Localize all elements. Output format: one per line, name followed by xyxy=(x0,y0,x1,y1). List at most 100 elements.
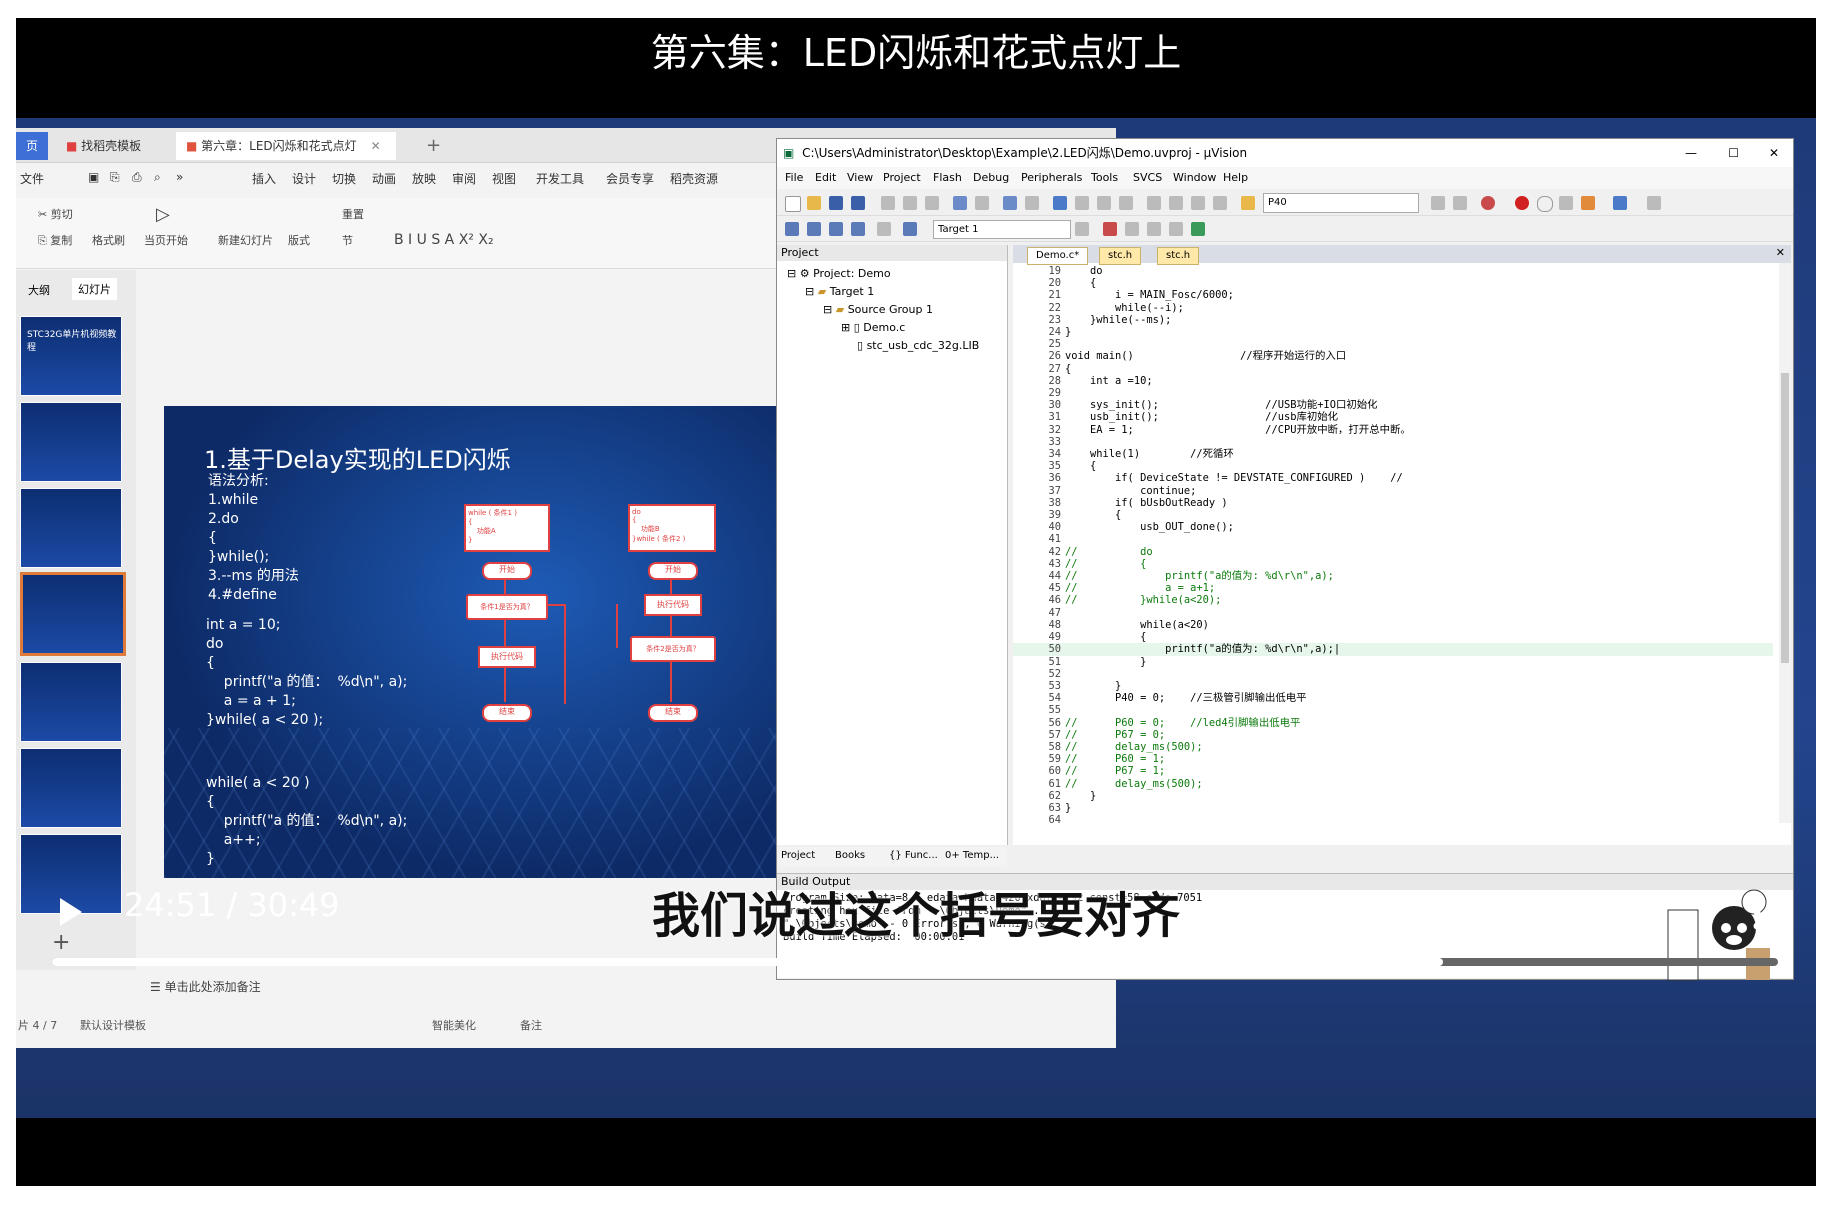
fullscreen-icon[interactable] xyxy=(1634,894,1668,928)
menu-review[interactable]: 审阅 xyxy=(452,170,476,187)
close-icon[interactable]: ✕ xyxy=(1769,139,1779,167)
notes-button[interactable]: 备注 xyxy=(520,1017,542,1033)
paste-icon[interactable] xyxy=(925,196,939,210)
slide-thumb-2[interactable] xyxy=(20,402,122,482)
code-line[interactable]: 39 { xyxy=(1013,509,1773,521)
tab-books[interactable]: Books xyxy=(835,850,865,861)
code-line[interactable]: 64 xyxy=(1013,814,1773,825)
code-line[interactable]: 28 int a =10; xyxy=(1013,375,1773,387)
code-line[interactable]: 53 } xyxy=(1013,680,1773,692)
indent-icon[interactable] xyxy=(1147,196,1161,210)
code-area[interactable]: 19 do 20 {21 i = MAIN_Fosc/6000; 22 while(… xyxy=(1013,265,1773,825)
code-editor[interactable]: Demo.c* stc.h stc.h ✕ 19 do 20 {21 i = MA… xyxy=(1013,245,1791,845)
download-icon[interactable] xyxy=(903,222,917,236)
code-line[interactable]: 47 xyxy=(1013,607,1773,619)
editor-scrollbar[interactable] xyxy=(1779,263,1791,823)
code-line[interactable]: 50 printf("a的值为: %d\r\n",a);| xyxy=(1013,643,1773,656)
manage-project-icon[interactable] xyxy=(1103,222,1117,236)
tab-templates[interactable]: 0+ Temp... xyxy=(945,850,999,861)
progress-bar[interactable] xyxy=(52,958,1778,966)
comment-icon[interactable] xyxy=(1191,196,1205,210)
slide-thumb-3[interactable] xyxy=(20,488,122,568)
preview-icon[interactable]: ⌕ xyxy=(154,170,161,185)
menu-svcs[interactable]: SVCS xyxy=(1133,171,1162,184)
layout-button[interactable]: 版式 xyxy=(288,232,310,248)
menu-file[interactable]: File xyxy=(785,171,803,184)
save-all-icon[interactable] xyxy=(851,196,865,210)
export-icon[interactable]: ⎘ xyxy=(110,170,120,185)
volume-icon[interactable] xyxy=(1524,894,1564,928)
menu-tools[interactable]: Tools xyxy=(1091,171,1118,184)
code-line[interactable]: 29 xyxy=(1013,387,1773,399)
outline-tab[interactable]: 大纲 xyxy=(28,282,50,298)
tab-project[interactable]: Project xyxy=(781,850,815,861)
tree-demo-c[interactable]: ⊞ ▯ Demo.c xyxy=(841,321,905,334)
code-line[interactable]: 38 if( bUsbOutReady ) xyxy=(1013,497,1773,509)
code-line[interactable]: 43 // { xyxy=(1013,558,1773,570)
bookmark-clear-icon[interactable] xyxy=(1119,196,1133,210)
menu-help[interactable]: Help xyxy=(1223,171,1248,184)
tab-stc-h-2[interactable]: stc.h xyxy=(1157,247,1200,265)
find-combo[interactable]: P40 xyxy=(1263,193,1419,213)
build-icon[interactable] xyxy=(807,222,821,236)
menu-view[interactable]: View xyxy=(847,171,873,184)
code-line[interactable]: 55 xyxy=(1013,704,1773,716)
breakpoint-clear-icon[interactable] xyxy=(1559,196,1573,210)
code-line[interactable]: 41 xyxy=(1013,533,1773,545)
save-icon[interactable]: ▣ xyxy=(88,170,99,184)
code-line[interactable]: 60 // P67 = 1; xyxy=(1013,765,1773,777)
slide-thumb-5[interactable] xyxy=(20,662,122,742)
wps-tab-templates[interactable]: ■ 找稻壳模板 xyxy=(56,132,151,160)
code-line[interactable]: 42 // do xyxy=(1013,546,1773,558)
menu-design[interactable]: 设计 xyxy=(292,170,316,187)
more-icon[interactable]: » xyxy=(176,170,183,184)
menu-insert[interactable]: 插入 xyxy=(252,170,276,187)
batch-build-icon[interactable] xyxy=(851,222,865,236)
manage-items-icon[interactable] xyxy=(1125,222,1139,236)
tab-demo-c[interactable]: Demo.c* xyxy=(1027,247,1089,265)
code-line[interactable]: 25 xyxy=(1013,338,1773,350)
redo-icon[interactable] xyxy=(975,196,989,210)
menu-view[interactable]: 视图 xyxy=(492,170,516,187)
bookmark-prev-icon[interactable] xyxy=(1075,196,1089,210)
code-line[interactable]: 57 // P67 = 0; xyxy=(1013,729,1773,741)
nav-back-icon[interactable] xyxy=(1003,196,1017,210)
close-icon[interactable]: ✕ xyxy=(371,139,381,153)
code-line[interactable]: 31 usb_init(); //usb库初始化 xyxy=(1013,411,1773,423)
maximize-icon[interactable]: ☐ xyxy=(1728,139,1739,167)
code-line[interactable]: 26 void main() //程序开始运行的入口 xyxy=(1013,350,1773,362)
new-slide-button[interactable]: 新建幻灯片 xyxy=(218,232,273,248)
play-slide-icon[interactable]: ▷ xyxy=(156,204,170,225)
video-player[interactable]: 第六集：LED闪烁和花式点灯上 页 ■ 找稻壳模板 ■ 第六章：LED闪烁和花式… xyxy=(16,18,1816,1186)
rebuild-icon[interactable] xyxy=(829,222,843,236)
breakpoint-icon[interactable] xyxy=(1515,196,1529,210)
configure-icon[interactable] xyxy=(1647,196,1661,210)
cut-icon[interactable] xyxy=(881,196,895,210)
code-line[interactable]: 36 if( DeviceState != DEVSTATE_CONFIGURE… xyxy=(1013,472,1773,484)
copy-icon[interactable] xyxy=(903,196,917,210)
code-line[interactable]: 56 // P60 = 0; //led4引脚输出低电平 xyxy=(1013,717,1773,729)
outdent-icon[interactable] xyxy=(1169,196,1183,210)
code-line[interactable]: 32 EA = 1; //CPU开放中断，打开总中断。 xyxy=(1013,424,1773,436)
uncomment-icon[interactable] xyxy=(1213,196,1227,210)
tree-project[interactable]: ⊟ ⚙ Project: Demo xyxy=(787,267,891,280)
code-line[interactable]: 58 // delay_ms(500); xyxy=(1013,741,1773,753)
debug-session-icon[interactable] xyxy=(1481,196,1495,210)
format-painter-button[interactable]: 格式刷 xyxy=(92,232,125,248)
from-current-button[interactable]: 当页开始 xyxy=(144,232,188,248)
menu-flash[interactable]: Flash xyxy=(933,171,962,184)
scroll-thumb[interactable] xyxy=(1781,373,1789,663)
new-tab-icon[interactable]: + xyxy=(416,132,451,160)
incremental-find-icon[interactable] xyxy=(1453,196,1467,210)
menu-file[interactable]: 文件 xyxy=(20,170,44,187)
code-line[interactable]: 22 while(--i); xyxy=(1013,302,1773,314)
pack-installer-icon[interactable] xyxy=(1169,222,1183,236)
minimize-icon[interactable]: — xyxy=(1685,139,1697,167)
menu-debug[interactable]: Debug xyxy=(973,171,1009,184)
code-line[interactable]: 33 xyxy=(1013,436,1773,448)
menu-project[interactable]: Project xyxy=(883,171,921,184)
bookmark-icon[interactable] xyxy=(1053,196,1067,210)
wps-tab-document[interactable]: ■ 第六章：LED闪烁和花式点灯 ✕ xyxy=(176,132,396,160)
target-options-icon[interactable] xyxy=(1075,222,1089,236)
save-icon[interactable] xyxy=(829,196,843,210)
